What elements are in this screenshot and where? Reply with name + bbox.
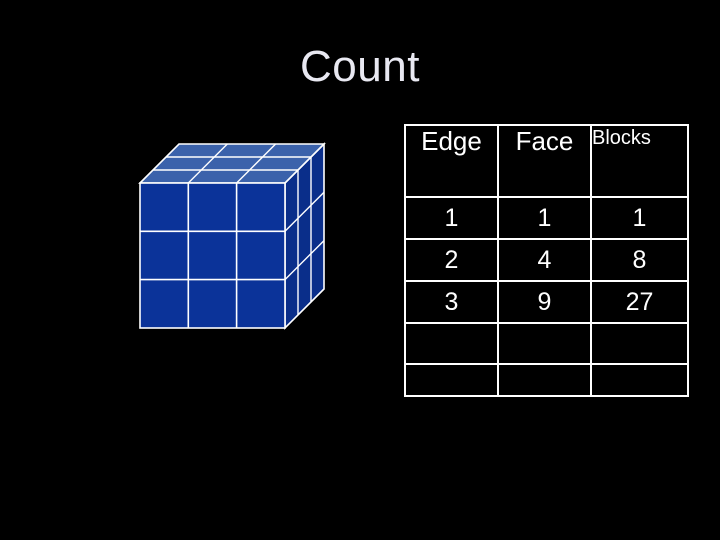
cell-edge-1: 1	[404, 196, 499, 240]
cell-blocks-1: 1	[590, 196, 689, 240]
column-header-edge: Edge	[404, 124, 499, 198]
cell-blocks-empty-1	[590, 322, 689, 365]
cell-edge-empty-1	[404, 322, 499, 365]
cell-blocks-2: 8	[590, 238, 689, 282]
cell-blocks-empty-2	[590, 363, 689, 397]
slide-canvas: Count Edge Face Blocks 1 1 1 2 4 8 3 9 2…	[0, 0, 720, 540]
table-row: 1 1 1	[404, 196, 689, 240]
cell-face-empty-2	[497, 363, 592, 397]
table-header-row: Edge Face Blocks	[404, 124, 689, 198]
cell-face-1: 1	[497, 196, 592, 240]
cell-face-2: 4	[497, 238, 592, 282]
table-row-empty	[404, 322, 689, 365]
column-header-blocks: Blocks	[590, 124, 689, 198]
cell-blocks-3: 27	[590, 280, 689, 324]
column-header-face: Face	[497, 124, 592, 198]
cell-face-empty-1	[497, 322, 592, 365]
table-row-empty	[404, 363, 689, 397]
table-row: 2 4 8	[404, 238, 689, 282]
cell-edge-3: 3	[404, 280, 499, 324]
count-table: Edge Face Blocks 1 1 1 2 4 8 3 9 27	[404, 124, 689, 397]
cell-face-3: 9	[497, 280, 592, 324]
cell-edge-2: 2	[404, 238, 499, 282]
cube-3x3x3-icon	[138, 142, 326, 330]
cell-edge-empty-2	[404, 363, 499, 397]
cube-figure	[120, 128, 340, 358]
cube-front-face	[139, 182, 286, 329]
page-title: Count	[300, 42, 420, 91]
table-row: 3 9 27	[404, 280, 689, 324]
